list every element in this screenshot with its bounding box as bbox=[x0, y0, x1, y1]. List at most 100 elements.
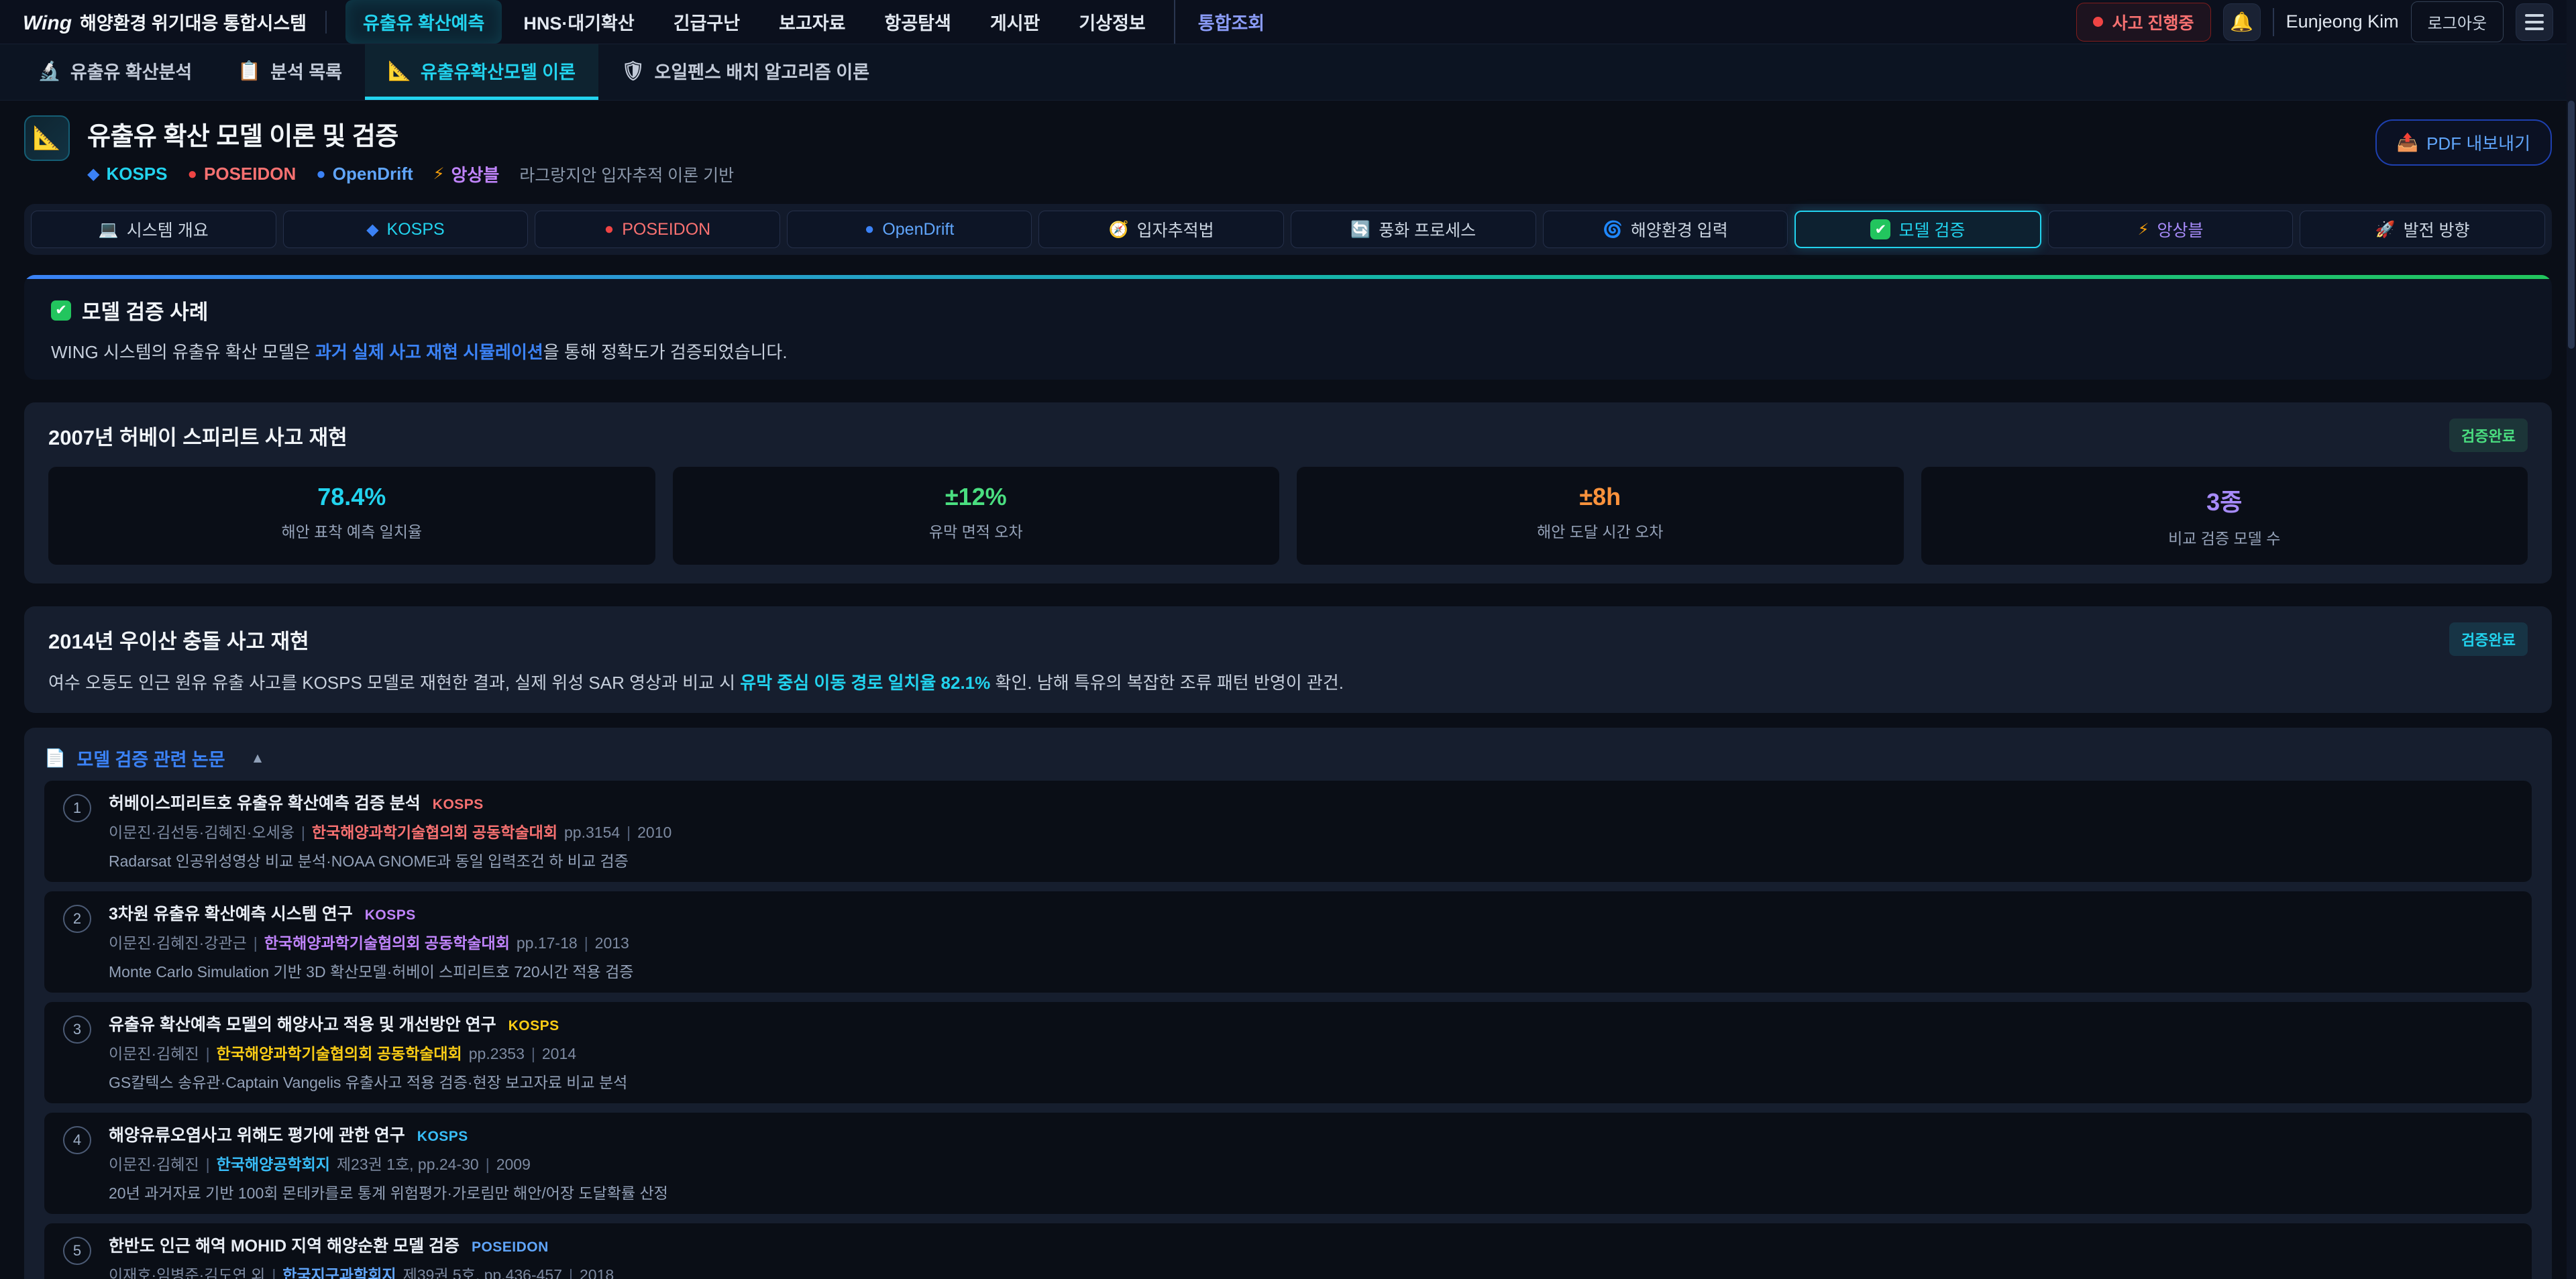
paper-title: 해양유류오염사고 위해도 평가에 관한 연구 bbox=[109, 1122, 405, 1146]
case-2014-highlight: 유막 중심 이동 경로 일치율 82.1% bbox=[740, 673, 990, 693]
main-nav-item-label: 보고자료 bbox=[779, 9, 845, 35]
case-2007-card: 2007년 허베이 스피리트 사고 재현 검증완료 78.4% 해안 표착 예측… bbox=[24, 402, 2552, 583]
section-nav-button[interactable]: 🧭 입자추적법 bbox=[1038, 211, 1284, 248]
section-nav-icon: ◆ bbox=[366, 220, 378, 239]
model-badge: ⚡ 앙상블 bbox=[433, 162, 500, 186]
main-nav-item[interactable]: 게시판 bbox=[973, 0, 1058, 44]
model-badge-row: ◆ KOSPS ● POSEIDON ● OpenDrift ⚡ 앙상블 라그랑… bbox=[87, 162, 734, 186]
model-badge-icon: ⚡ bbox=[433, 164, 445, 184]
tab-label: 분석 목록 bbox=[270, 58, 342, 84]
section-nav-label: 앙상블 bbox=[2157, 217, 2203, 241]
main-nav-item[interactable]: 유출유 확산예측 bbox=[345, 0, 502, 44]
paper-meta: 이문진·김혜진|한국해양과학기술협의회 공동학술대회pp.2353|2014 bbox=[109, 1041, 627, 1064]
divider bbox=[325, 11, 327, 34]
stat-label: 해안 도달 시간 오차 bbox=[1307, 519, 1893, 542]
paper-number: 5 bbox=[63, 1237, 91, 1265]
tab[interactable]: 🛡 오일펜스 배치 알고리즘 이론 bbox=[598, 44, 892, 100]
papers-section-toggle[interactable]: 📄 모델 검증 관련 논문 ▲ bbox=[44, 745, 2532, 771]
case-2014-text: 여수 오동도 인근 원유 유출 사고를 KOSPS 모델로 재현한 결과, 실제… bbox=[48, 669, 2528, 694]
main-nav-item-label: 게시판 bbox=[990, 9, 1040, 35]
papers-section-title: 모델 검증 관련 논문 bbox=[76, 745, 225, 771]
tab[interactable]: 📐 유출유확산모델 이론 bbox=[365, 44, 598, 100]
notifications-button[interactable]: 🔔 bbox=[2223, 3, 2261, 41]
tab[interactable]: 📋 분석 목록 bbox=[215, 44, 365, 100]
section-nav-button[interactable]: ◆ KOSPS bbox=[283, 211, 529, 248]
paper-pages: pp.3154 bbox=[564, 824, 620, 841]
main-nav-item[interactable]: 기상정보 bbox=[1061, 0, 1163, 44]
logo-mark: Wing bbox=[23, 12, 72, 35]
model-badge-label: 앙상블 bbox=[451, 162, 500, 186]
bell-icon: 🔔 bbox=[2230, 11, 2253, 33]
paper-title: 허베이스피리트호 유출유 확산예측 검증 분석 bbox=[109, 790, 421, 814]
validation-intro-title: ✔ 모델 검증 사례 bbox=[51, 295, 2525, 325]
scrollbar-thumb[interactable] bbox=[2568, 101, 2575, 349]
tab-icon: 🛡 bbox=[621, 60, 645, 82]
page-subnote: 라그랑지안 입자추적 이론 기반 bbox=[519, 162, 734, 186]
user-name: Eunjeong Kim bbox=[2286, 11, 2399, 32]
section-nav-button[interactable]: 💻 시스템 개요 bbox=[31, 211, 276, 248]
model-badges: ◆ KOSPS ● POSEIDON ● OpenDrift ⚡ 앙상블 bbox=[87, 162, 499, 186]
meta-separator: | bbox=[272, 1266, 276, 1279]
section-nav: 💻 시스템 개요 ◆ KOSPS ● POSEIDON ● OpenDrift … bbox=[24, 204, 2552, 255]
meta-separator: | bbox=[486, 1156, 490, 1173]
section-nav-label: 발전 방향 bbox=[2404, 217, 2470, 241]
pdf-export-button[interactable]: 📤 PDF 내보내기 bbox=[2375, 119, 2552, 166]
section-nav-icon: 🌀 bbox=[1603, 220, 1623, 239]
paper-authors: 이문진·김혜진 bbox=[109, 1156, 199, 1173]
case-2014-title: 2014년 우이산 충돌 사고 재현 bbox=[48, 624, 309, 655]
stat-label: 비교 검증 모델 수 bbox=[1932, 526, 2518, 549]
page-title: 유출유 확산 모델 이론 및 검증 bbox=[87, 115, 734, 152]
section-nav-button[interactable]: ● OpenDrift bbox=[787, 211, 1032, 248]
section-nav-icon: ● bbox=[604, 220, 614, 239]
model-badge-icon: ● bbox=[188, 165, 198, 184]
document-icon: 📄 bbox=[44, 748, 66, 769]
section-nav-button[interactable]: 🌀 해양환경 입력 bbox=[1543, 211, 1788, 248]
section-nav-button[interactable]: ✔ 모델 검증 bbox=[1794, 211, 2041, 248]
verified-badge: 검증완료 bbox=[2449, 419, 2528, 452]
main-nav-item[interactable]: 통합조회 bbox=[1174, 0, 1282, 44]
main-nav-item-label: 긴급구난 bbox=[674, 9, 740, 35]
paper-pages: 제39권 5호, pp.436-457 bbox=[403, 1266, 562, 1279]
main-nav-item[interactable]: 보고자료 bbox=[761, 0, 863, 44]
page-header-text: 유출유 확산 모델 이론 및 검증 ◆ KOSPS ● POSEIDON ● O… bbox=[87, 115, 734, 186]
paper-item[interactable]: 4 해양유류오염사고 위해도 평가에 관한 연구 KOSPS 이문진·김혜진|한… bbox=[44, 1113, 2532, 1214]
paper-pages: pp.2353 bbox=[469, 1045, 525, 1062]
paper-meta: 이문진·김선동·김혜진·오세웅|한국해양과학기술협의회 공동학술대회pp.315… bbox=[109, 820, 672, 842]
stat-value: ±12% bbox=[684, 483, 1269, 511]
main-nav-item[interactable]: 긴급구난 bbox=[656, 0, 757, 44]
paper-item[interactable]: 2 3차원 유출유 확산예측 시스템 연구 KOSPS 이문진·김혜진·강관근|… bbox=[44, 891, 2532, 993]
model-badge: ● OpenDrift bbox=[316, 162, 413, 186]
paper-body: 유출유 확산예측 모델의 해양사고 적용 및 개선방안 연구 KOSPS 이문진… bbox=[109, 1011, 627, 1093]
paper-number: 2 bbox=[63, 905, 91, 933]
main-nav-item-label: 유출유 확산예측 bbox=[363, 9, 484, 35]
paper-body: 해양유류오염사고 위해도 평가에 관한 연구 KOSPS 이문진·김혜진|한국해… bbox=[109, 1122, 668, 1203]
paper-authors: 이문진·김혜진 bbox=[109, 1045, 199, 1062]
stat-box: ±12% 유막 면적 오차 bbox=[673, 467, 1280, 565]
divider bbox=[2273, 8, 2274, 36]
collapse-arrow-icon[interactable]: ▲ bbox=[251, 750, 265, 767]
paper-item[interactable]: 1 허베이스피리트호 유출유 확산예측 검증 분석 KOSPS 이문진·김선동·… bbox=[44, 781, 2532, 882]
main-nav-item[interactable]: HNS·대기확산 bbox=[506, 0, 651, 44]
hamburger-menu-button[interactable] bbox=[2516, 3, 2553, 41]
logout-button[interactable]: 로그아웃 bbox=[2411, 1, 2504, 42]
paper-authors: 이문진·김선동·김혜진·오세웅 bbox=[109, 824, 294, 841]
paper-body: 허베이스피리트호 유출유 확산예측 검증 분석 KOSPS 이문진·김선동·김혜… bbox=[109, 790, 672, 871]
paper-journal: 한국해양과학기술협의회 공동학술대회 bbox=[264, 934, 510, 952]
tab[interactable]: 🔬 유출유 확산분석 bbox=[15, 44, 215, 100]
incident-status-badge[interactable]: 사고 진행중 bbox=[2076, 3, 2211, 42]
paper-item[interactable]: 5 한반도 인근 해역 MOHID 지역 해양순환 모델 검증 POSEIDON… bbox=[44, 1223, 2532, 1279]
section-nav-button[interactable]: 🔄 풍화 프로세스 bbox=[1291, 211, 1536, 248]
section-nav-button[interactable]: 🚀 발전 방향 bbox=[2300, 211, 2545, 248]
section-nav-icon: ● bbox=[865, 220, 875, 239]
paper-item[interactable]: 3 유출유 확산예측 모델의 해양사고 적용 및 개선방안 연구 KOSPS 이… bbox=[44, 1002, 2532, 1103]
model-badge: ◆ KOSPS bbox=[87, 162, 168, 186]
stat-label: 해안 표착 예측 일치율 bbox=[59, 519, 645, 542]
paper-year: 2014 bbox=[542, 1045, 576, 1062]
intro-highlight: 과거 실제 사고 재현 시뮬레이션 bbox=[315, 342, 543, 362]
section-nav-button[interactable]: ● POSEIDON bbox=[535, 211, 780, 248]
stat-box: ±8h 해안 도달 시간 오차 bbox=[1297, 467, 1904, 565]
section-nav-icon: 🧭 bbox=[1109, 220, 1129, 239]
main-nav-item[interactable]: 항공탐색 bbox=[867, 0, 968, 44]
section-nav-button[interactable]: ⚡ 앙상블 bbox=[2048, 211, 2294, 248]
case-2007-stats: 78.4% 해안 표착 예측 일치율 ±12% 유막 면적 오차 ±8h 해안 … bbox=[48, 467, 2528, 565]
